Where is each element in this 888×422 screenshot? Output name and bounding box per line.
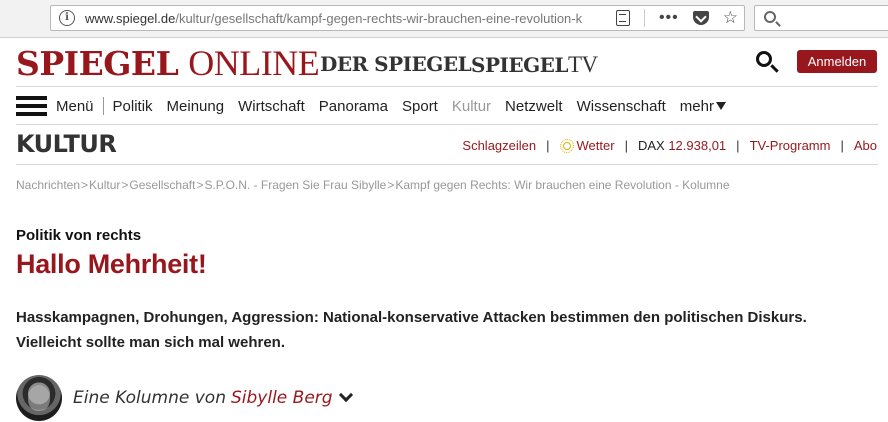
breadcrumb-item[interactable]: S.P.O.N. - Fragen Sie Frau Sibylle xyxy=(204,178,386,192)
nav-item-wirtschaft[interactable]: Wirtschaft xyxy=(238,98,305,115)
nav-divider xyxy=(102,97,104,115)
service-divider: | xyxy=(624,138,628,153)
nav-item-kultur[interactable]: Kultur xyxy=(452,98,491,115)
nav-item-netzwelt[interactable]: Netzwelt xyxy=(505,98,563,115)
logo-bold: SPIEGEL xyxy=(16,44,179,83)
breadcrumb-separator: > xyxy=(196,178,204,192)
breadcrumb-separator: > xyxy=(121,178,129,192)
browser-toolbar: i www.spiegel.de/kultur/gesellschaft/kam… xyxy=(0,0,888,38)
url-divider xyxy=(643,9,645,27)
caret-down-icon xyxy=(715,102,726,110)
bookmark-star-icon[interactable]: ☆ xyxy=(723,9,738,26)
divider-nav xyxy=(16,124,878,125)
divider-section xyxy=(16,164,878,165)
url-domain: www.spiegel.de xyxy=(85,10,176,26)
service-divider: | xyxy=(840,138,844,153)
url-path: /kultur/gesellschaft/kampf-gegen-rechts-… xyxy=(175,10,583,26)
pocket-icon[interactable] xyxy=(692,11,709,25)
main-nav: Menü Politik Meinung Wirtschaft Panorama… xyxy=(16,92,726,120)
abo-link[interactable]: Abo xyxy=(854,138,877,153)
tv-logo-bold: SPIEGEL xyxy=(471,53,568,77)
page-actions-menu-icon[interactable]: ••• xyxy=(659,10,679,26)
tv-program-link[interactable]: TV-Programm xyxy=(750,138,831,153)
nav-item-sport[interactable]: Sport xyxy=(402,98,438,115)
der-spiegel-link[interactable]: DER SPIEGEL xyxy=(320,52,472,76)
dax-link[interactable]: DAX 12.938,01 xyxy=(638,138,726,153)
nav-more-label: mehr xyxy=(679,97,714,115)
dax-value: 12.938,01 xyxy=(668,138,727,153)
spiegel-tv-link[interactable]: SPIEGELTV xyxy=(471,52,598,78)
article-kicker: Politik von rechts xyxy=(16,227,142,244)
breadcrumb-item[interactable]: Gesellschaft xyxy=(129,178,195,192)
nav-item-politik[interactable]: Politik xyxy=(113,98,153,115)
byline-prefix: Eine Kolumne von xyxy=(73,388,226,408)
browser-search-box[interactable] xyxy=(754,5,888,31)
article-byline: Eine Kolumne von Sibylle Berg xyxy=(16,375,353,421)
reader-view-icon[interactable] xyxy=(615,10,630,26)
headlines-link[interactable]: Schlagzeilen xyxy=(462,138,536,153)
spiegel-online-logo[interactable]: SPIEGEL ONLINE xyxy=(16,42,320,84)
breadcrumb-item[interactable]: Kultur xyxy=(89,178,120,192)
nav-item-meinung[interactable]: Meinung xyxy=(167,98,225,115)
breadcrumb-item[interactable]: Nachrichten xyxy=(16,178,80,192)
breadcrumb-separator: > xyxy=(387,178,395,192)
breadcrumb-current: Kampf gegen Rechts: Wir brauchen eine Re… xyxy=(395,178,730,192)
service-links: Schlagzeilen | Wetter | DAX 12.938,01 | … xyxy=(462,138,877,153)
site-info-icon[interactable]: i xyxy=(59,10,75,26)
chevron-down-icon[interactable] xyxy=(338,387,353,403)
divider-top xyxy=(16,86,878,87)
menu-label[interactable]: Menü xyxy=(56,98,94,115)
author-avatar[interactable] xyxy=(16,375,62,421)
dax-label: DAX xyxy=(637,138,665,153)
nav-item-wissenschaft[interactable]: Wissenschaft xyxy=(577,98,666,115)
login-button[interactable]: Anmelden xyxy=(797,50,877,73)
section-title[interactable]: KULTUR xyxy=(16,130,117,158)
hamburger-menu-icon[interactable] xyxy=(16,96,47,116)
service-divider: | xyxy=(736,138,740,153)
weather-link[interactable]: Wetter xyxy=(577,138,615,153)
nav-item-panorama[interactable]: Panorama xyxy=(319,98,388,115)
url-actions: ••• ☆ xyxy=(615,6,738,30)
article-teaser: Hasskampagnen, Drohungen, Aggression: Na… xyxy=(16,309,807,351)
tv-logo-thin: TV xyxy=(567,52,598,77)
breadcrumb: Nachrichten>Kultur>Gesellschaft>S.P.O.N.… xyxy=(16,178,730,192)
url-text[interactable]: www.spiegel.de/kultur/gesellschaft/kampf… xyxy=(85,11,605,26)
nav-more[interactable]: mehr xyxy=(680,98,726,115)
author-link[interactable]: Sibylle Berg xyxy=(231,388,333,408)
breadcrumb-separator: > xyxy=(81,178,89,192)
logo-thin: ONLINE xyxy=(188,43,320,83)
site-search-icon[interactable] xyxy=(756,51,772,67)
article-headline: Hallo Mehrheit! xyxy=(16,249,207,279)
service-divider: | xyxy=(546,138,550,153)
url-bar[interactable]: i www.spiegel.de/kultur/gesellschaft/kam… xyxy=(50,5,745,31)
brand-row: SPIEGEL ONLINE DER SPIEGEL SPIEGELTV Anm… xyxy=(0,38,888,86)
search-icon xyxy=(764,11,776,23)
sun-icon xyxy=(559,138,574,153)
